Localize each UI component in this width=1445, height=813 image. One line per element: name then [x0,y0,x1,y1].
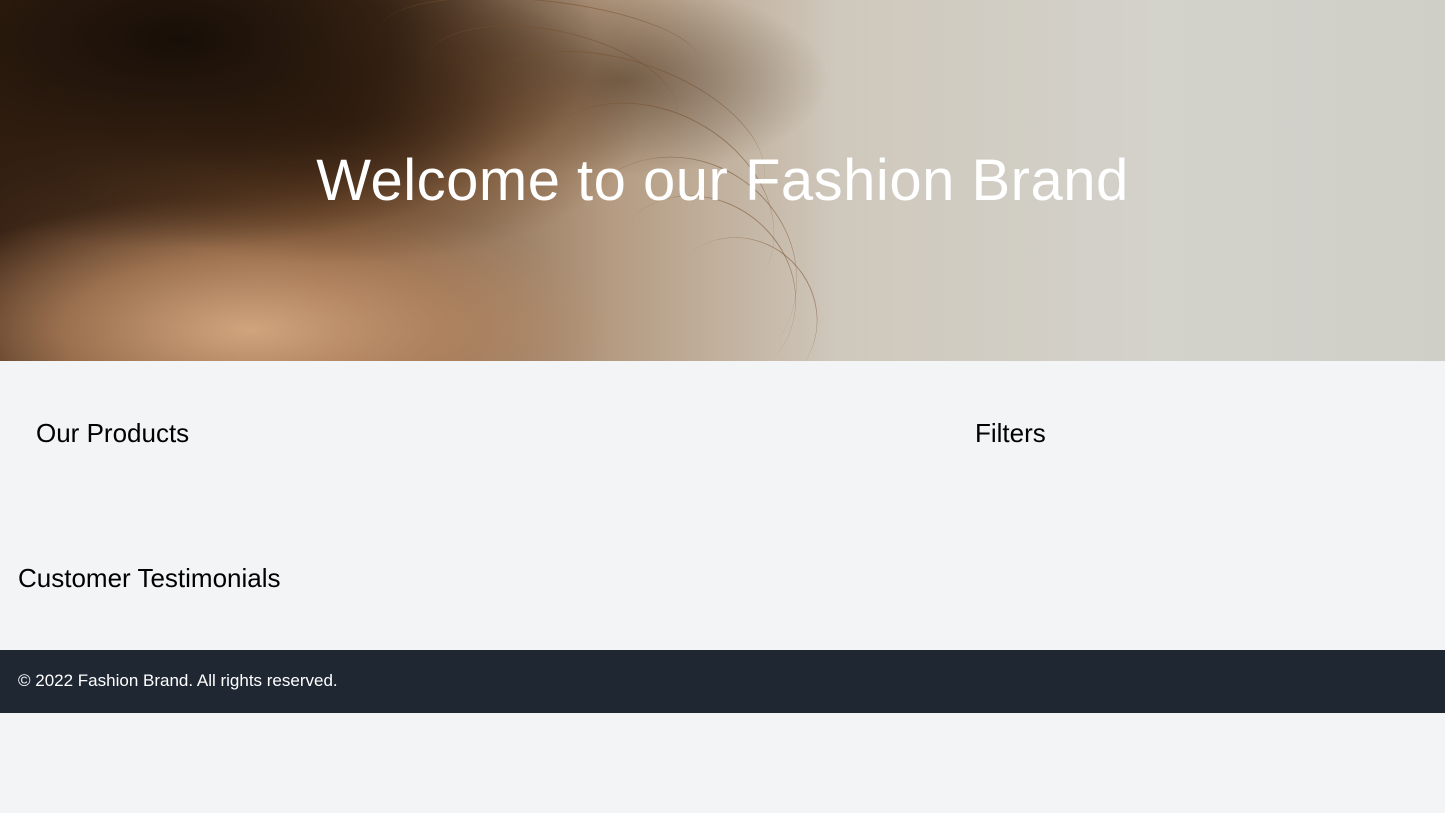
copyright-text: © 2022 Fashion Brand. All rights reserve… [18,671,338,690]
site-footer: © 2022 Fashion Brand. All rights reserve… [0,650,1445,713]
hero-title: Welcome to our Fashion Brand [316,148,1129,213]
filters-heading: Filters [975,418,1046,448]
hero-banner: Welcome to our Fashion Brand [0,0,1445,361]
testimonials-heading: Customer Testimonials [18,563,281,593]
products-heading: Our Products [36,418,190,448]
